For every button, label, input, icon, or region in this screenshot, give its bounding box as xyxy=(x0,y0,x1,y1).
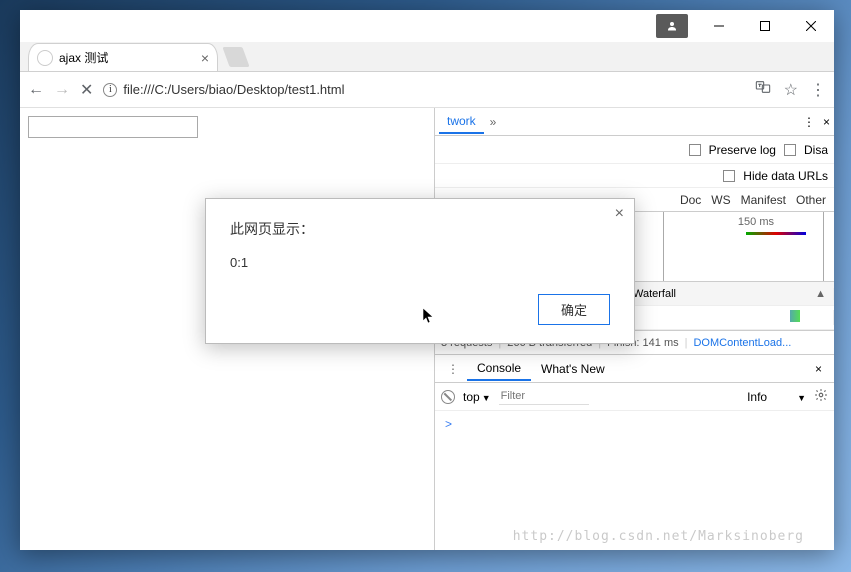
hide-data-urls-label: Hide data URLs xyxy=(743,169,828,183)
favicon-icon xyxy=(37,50,53,66)
drawer-close-button[interactable]: × xyxy=(807,362,830,376)
forward-button: → xyxy=(54,81,70,99)
stop-button[interactable]: ✕ xyxy=(80,80,93,100)
preserve-log-checkbox[interactable] xyxy=(689,144,701,156)
dialog-close-button[interactable]: × xyxy=(615,205,624,223)
hide-urls-row: Hide data URLs xyxy=(435,164,834,188)
javascript-alert-dialog: × 此网页显示： 0:1 确定 xyxy=(205,198,635,344)
maximize-button[interactable] xyxy=(742,10,788,42)
dialog-ok-button[interactable]: 确定 xyxy=(538,294,610,325)
tabs-overflow-icon[interactable]: » xyxy=(486,115,501,129)
url-text: file:///C:/Users/biao/Desktop/test1.html xyxy=(123,82,344,97)
minimize-button[interactable] xyxy=(696,10,742,42)
clear-console-icon[interactable] xyxy=(441,390,455,404)
timeline-tick: 150 ms xyxy=(738,216,774,228)
omnibox[interactable]: i file:///C:/Users/biao/Desktop/test1.ht… xyxy=(103,82,743,97)
site-info-icon[interactable]: i xyxy=(103,83,117,97)
network-toolbar: Preserve log Disa xyxy=(435,136,834,164)
drawer-menu-icon[interactable]: ⋮ xyxy=(439,362,467,376)
tab-strip: ajax 测试 × xyxy=(20,42,834,72)
watermark-text: http://blog.csdn.net/Marksinoberg xyxy=(513,529,804,544)
hide-data-urls-checkbox[interactable] xyxy=(723,170,735,182)
dialog-title: 此网页显示： xyxy=(230,219,610,239)
dialog-message: 0:1 xyxy=(230,255,610,270)
request-waterfall xyxy=(629,310,834,325)
mouse-cursor-icon xyxy=(422,307,436,328)
devtools-tab-network[interactable]: twork xyxy=(439,110,484,134)
console-toolbar: top▼ Info▼ xyxy=(435,383,834,411)
user-icon[interactable] xyxy=(656,14,688,38)
sort-arrow-icon: ▲ xyxy=(815,288,826,300)
disable-cache-checkbox[interactable] xyxy=(784,144,796,156)
translate-icon[interactable] xyxy=(754,79,772,100)
console-filter-input[interactable] xyxy=(499,388,589,405)
type-other[interactable]: Other xyxy=(796,193,826,207)
console-prompt: > xyxy=(445,417,452,431)
status-dcl: DOMContentLoad... xyxy=(693,337,791,349)
content-area: twork » ⋮ × Preserve log Disa Hide data … xyxy=(20,108,834,550)
console-settings-icon[interactable] xyxy=(814,388,828,405)
preserve-log-label: Preserve log xyxy=(709,143,776,157)
browser-menu-icon[interactable]: ⋮ xyxy=(810,80,826,100)
devtools-menu-icon[interactable]: ⋮ xyxy=(803,115,815,129)
col-waterfall[interactable]: Waterfall xyxy=(629,288,834,300)
window-close-button[interactable] xyxy=(788,10,834,42)
back-button[interactable]: ← xyxy=(28,81,44,99)
devtools-tabs: twork » ⋮ × xyxy=(435,108,834,136)
address-bar: ← → ✕ i file:///C:/Users/biao/Desktop/te… xyxy=(20,72,834,108)
timeline-gridline xyxy=(823,212,824,281)
type-ws[interactable]: WS xyxy=(711,193,730,207)
type-manifest[interactable]: Manifest xyxy=(741,193,786,207)
timeline-bar xyxy=(746,232,806,235)
console-level[interactable]: Info▼ xyxy=(747,390,806,404)
timeline-gridline xyxy=(663,212,664,281)
drawer-tab-whatsnew[interactable]: What's New xyxy=(531,358,615,380)
bookmark-star-icon[interactable]: ☆ xyxy=(784,80,798,100)
drawer-tab-console[interactable]: Console xyxy=(467,357,531,381)
browser-window: ajax 测试 × ← → ✕ i file:///C:/Users/biao/… xyxy=(20,10,834,550)
console-context[interactable]: top▼ xyxy=(463,390,491,404)
browser-tab[interactable]: ajax 测试 × xyxy=(28,43,218,71)
drawer-tabs: ⋮ Console What's New × xyxy=(435,355,834,383)
tab-title: ajax 测试 xyxy=(59,49,108,66)
devtools-close-button[interactable]: × xyxy=(823,115,830,129)
window-titlebar xyxy=(20,10,834,42)
disable-cache-label: Disa xyxy=(804,143,828,157)
new-tab-button[interactable] xyxy=(222,47,249,67)
tab-close-button[interactable]: × xyxy=(201,50,209,66)
type-doc[interactable]: Doc xyxy=(680,193,701,207)
page-text-input[interactable] xyxy=(28,116,198,138)
